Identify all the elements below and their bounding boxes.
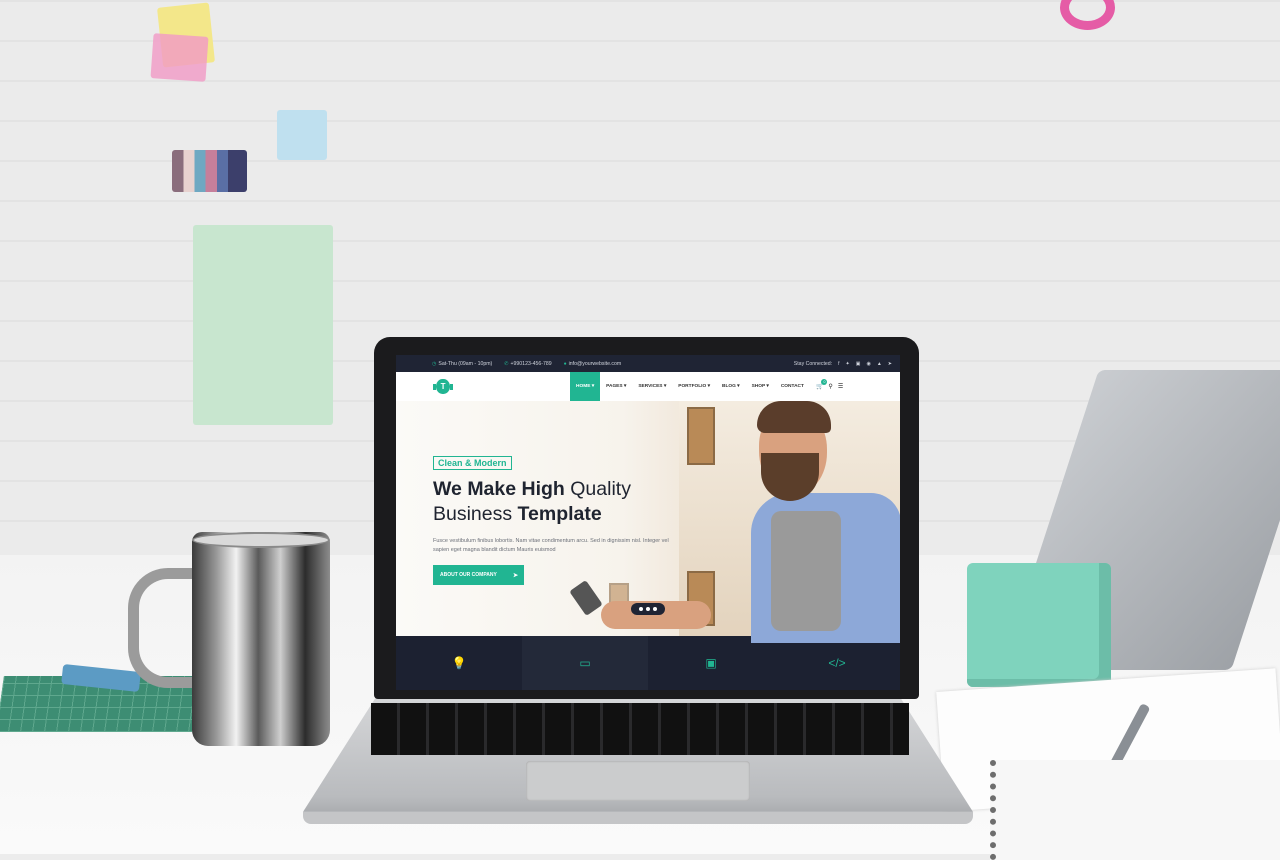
- hours-item: ◷ Sat-Thu (09am - 10pm): [432, 361, 492, 367]
- slider-dot[interactable]: [639, 607, 643, 611]
- hero-subtext: Fusce vestibulum finibus lobortis. Nam v…: [433, 538, 669, 553]
- star-card: [193, 225, 333, 425]
- person-vest: [771, 511, 841, 631]
- globe-icon: ●: [563, 360, 567, 367]
- laptop-trackpad: [526, 761, 750, 801]
- cart-count-badge: 0: [821, 379, 828, 385]
- nav-item-home[interactable]: HOME ▾: [570, 372, 601, 401]
- top-info-bar: ◷ Sat-Thu (09am - 10pm) ✆ +990123-456-789 …: [396, 355, 900, 372]
- social-links: Stay Connected: f ✦ ▣ ◉ ▲ ➤: [794, 361, 892, 367]
- headline-bold-2: Template: [517, 503, 602, 525]
- send-icon: ➤: [512, 572, 518, 579]
- email-item[interactable]: ● info@yourwebsite.com: [564, 361, 622, 367]
- gift-icon: ▣: [705, 656, 717, 670]
- telegram-icon[interactable]: ➤: [888, 361, 892, 367]
- hero-headline: We Make High Quality Business Template: [433, 477, 693, 527]
- monitor-icon: ▭: [579, 656, 591, 670]
- phone-item[interactable]: ✆ +990123-456-789: [504, 361, 551, 367]
- email-text[interactable]: info@yourwebsite.com: [569, 361, 622, 367]
- nav-item-contact[interactable]: CONTACT: [775, 372, 810, 401]
- person-hair: [757, 401, 831, 433]
- nav-item-pages[interactable]: PAGES ▾: [600, 372, 632, 401]
- facebook-icon[interactable]: f: [838, 361, 839, 367]
- slider-dot[interactable]: [653, 607, 657, 611]
- code-icon: </>: [828, 656, 846, 670]
- feature-lightbulb[interactable]: 💡: [396, 636, 522, 690]
- steel-mug: [192, 532, 330, 746]
- site-logo[interactable]: T: [433, 379, 454, 395]
- lightbulb-icon: 💡: [451, 656, 467, 670]
- smartphone: [569, 579, 603, 617]
- about-company-button[interactable]: ABOUT OUR COMPANY ➤: [433, 565, 524, 585]
- slider-dot[interactable]: [646, 607, 650, 611]
- phone-icon: ✆: [504, 360, 509, 367]
- main-navbar: T HOME ▾ PAGES ▾ SERVICES ▾ PORTFOLIO ▾ …: [396, 372, 900, 401]
- nav-item-blog[interactable]: BLOG ▾: [716, 372, 746, 401]
- cart-icon[interactable]: 🛒 0: [816, 379, 828, 390]
- headline-light-2: Business: [433, 503, 518, 525]
- headline-light-1: Quality: [564, 478, 631, 500]
- hero-tag: Clean & Modern: [433, 456, 512, 470]
- pinterest-icon[interactable]: ◉: [866, 361, 870, 367]
- website-screen: ◷ Sat-Thu (09am - 10pm) ✆ +990123-456-789 …: [396, 355, 900, 690]
- nav-item-services[interactable]: SERVICES ▾: [632, 372, 672, 401]
- twitter-icon[interactable]: ✦: [846, 361, 850, 367]
- nav-icons: 🛒 0 ⚲ ☰: [810, 379, 843, 390]
- cta-label: ABOUT OUR COMPANY: [440, 572, 497, 578]
- hours-text: Sat-Thu (09am - 10pm): [438, 360, 493, 367]
- youtube-icon[interactable]: ▲: [877, 361, 882, 367]
- headline-bold-1: We Make High: [433, 478, 565, 500]
- feature-code[interactable]: </>: [774, 636, 900, 690]
- laptop-base-lip: [303, 812, 973, 824]
- nav-menu: HOME ▾ PAGES ▾ SERVICES ▾ PORTFOLIO ▾ BL…: [570, 372, 843, 401]
- phone-text[interactable]: +990123-456-789: [511, 361, 552, 367]
- stay-connected-label: Stay Connected:: [793, 360, 833, 367]
- logo-wing-right: [449, 383, 454, 390]
- nav-item-shop[interactable]: SHOP ▾: [746, 372, 775, 401]
- slider-dots[interactable]: [631, 603, 665, 615]
- spiral-notebook: [990, 760, 1280, 860]
- sticky-note-pink: [150, 33, 209, 82]
- feature-gift[interactable]: ▣: [648, 636, 774, 690]
- hero-person-photo: [741, 401, 900, 643]
- feature-monitor[interactable]: ▭: [522, 636, 648, 690]
- nav-item-portfolio[interactable]: PORTFOLIO ▾: [672, 372, 716, 401]
- color-swatches: [172, 150, 247, 192]
- laptop-keyboard: [371, 703, 909, 755]
- feature-icons-bar: 💡 ▭ ▣ </>: [396, 636, 900, 690]
- mint-speaker: [967, 563, 1111, 687]
- sticky-note-blue: [277, 110, 327, 160]
- hero-section: Clean & Modern We Make High Quality Busi…: [396, 401, 900, 643]
- search-icon[interactable]: ⚲: [828, 383, 832, 390]
- menu-icon[interactable]: ☰: [838, 383, 843, 390]
- clock-icon: ◷: [432, 360, 437, 367]
- building-window: [687, 407, 715, 465]
- logo-disc: T: [436, 379, 450, 394]
- linkedin-icon[interactable]: ▣: [856, 361, 861, 367]
